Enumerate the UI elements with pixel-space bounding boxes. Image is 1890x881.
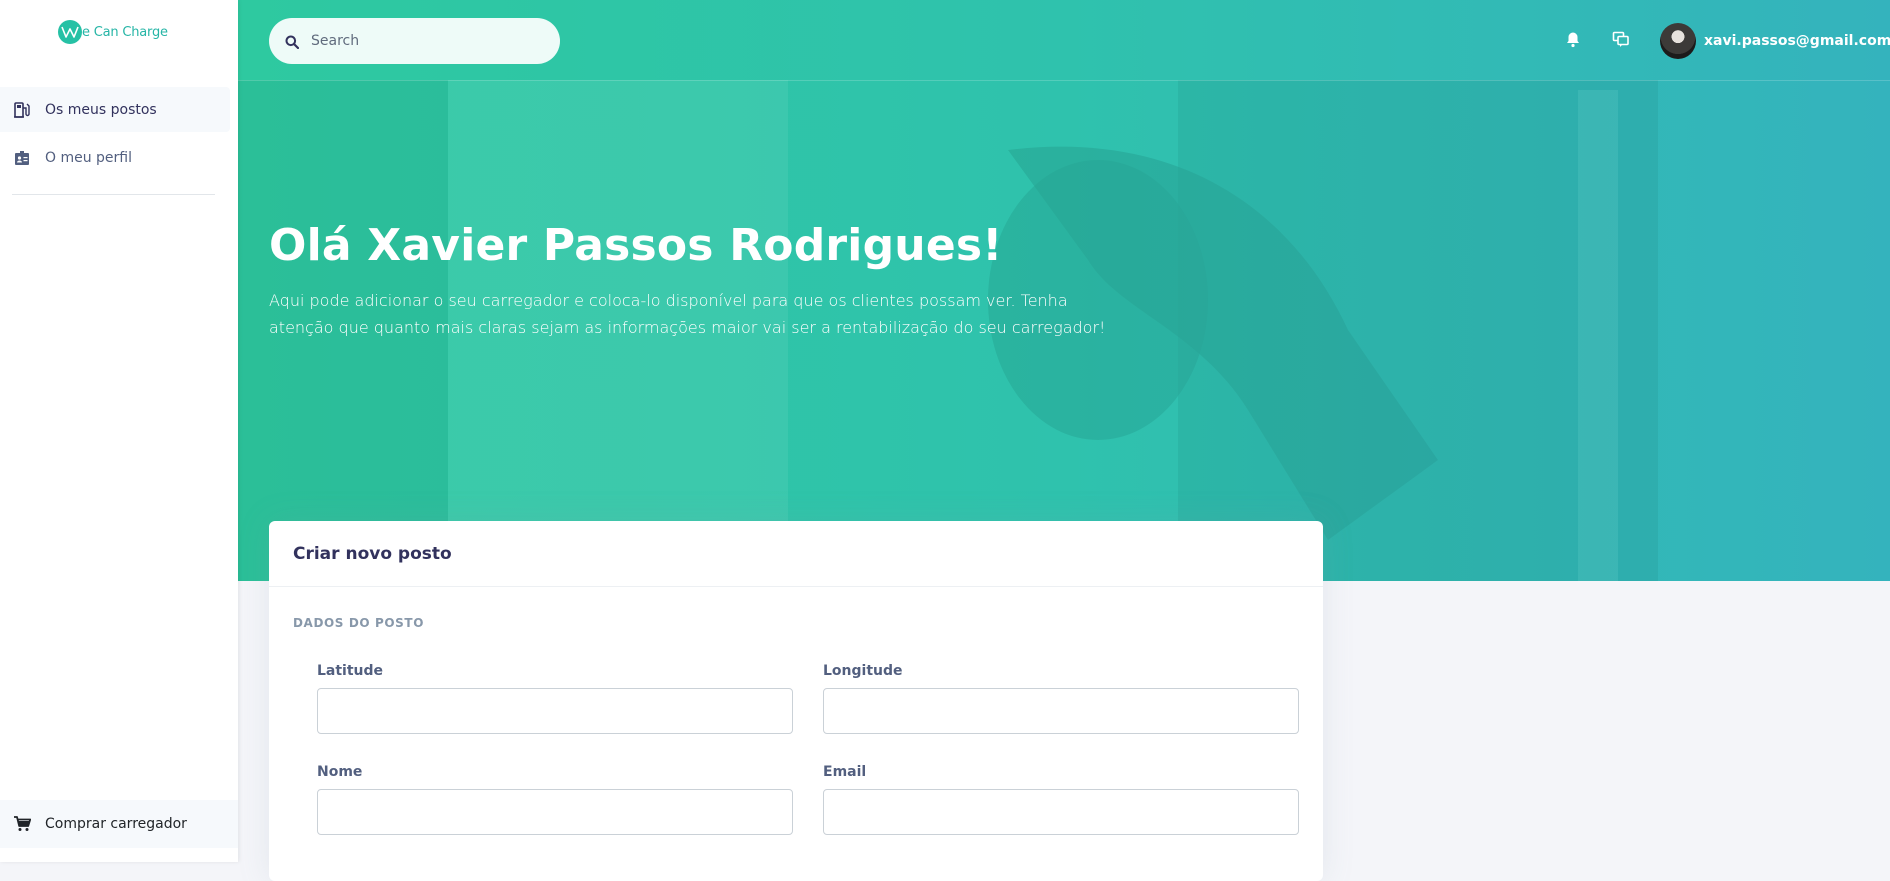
email-field-group: Email xyxy=(823,764,1299,835)
card-title: Criar novo posto xyxy=(293,543,452,564)
section-heading: DADOS DO POSTO xyxy=(293,616,424,630)
longitude-input[interactable] xyxy=(823,688,1299,734)
main-content: xavi.passos@gmail.com Olá Xavier Passos … xyxy=(238,0,1890,881)
email-input[interactable] xyxy=(823,789,1299,835)
page-greeting: Olá Xavier Passos Rodrigues! xyxy=(269,220,1003,271)
email-label: Email xyxy=(823,764,867,780)
id-card-icon xyxy=(13,149,31,167)
avatar xyxy=(1660,23,1696,59)
cart-icon xyxy=(13,815,31,833)
logo-text: e Can Charge xyxy=(82,24,168,40)
longitude-field-group: Longitude xyxy=(823,663,1299,734)
latitude-input[interactable] xyxy=(317,688,793,734)
sidebar: e Can Charge Os meus postos O meu perfil… xyxy=(0,0,238,862)
hero-banner: xavi.passos@gmail.com Olá Xavier Passos … xyxy=(238,0,1890,581)
sidebar-item-o-meu-perfil[interactable]: O meu perfil xyxy=(0,135,230,180)
name-field-group: Nome xyxy=(317,764,793,835)
sidebar-item-comprar-carregador[interactable]: Comprar carregador xyxy=(0,800,238,848)
search-icon xyxy=(285,34,300,50)
sidebar-item-os-meus-postos[interactable]: Os meus postos xyxy=(0,87,230,132)
name-label: Nome xyxy=(317,764,363,780)
card-header: Criar novo posto xyxy=(269,521,1323,587)
topbar: xavi.passos@gmail.com xyxy=(238,0,1890,81)
user-email: xavi.passos@gmail.com xyxy=(1704,33,1890,49)
sidebar-nav: Os meus postos O meu perfil xyxy=(0,87,230,183)
latitude-label: Latitude xyxy=(317,663,384,679)
sidebar-item-label: O meu perfil xyxy=(45,149,133,166)
logo-mark-icon xyxy=(58,20,82,44)
charging-station-icon xyxy=(13,101,31,119)
longitude-label: Longitude xyxy=(823,663,903,679)
create-station-card: Criar novo posto DADOS DO POSTO Latitude… xyxy=(269,521,1323,881)
search-bar[interactable] xyxy=(269,18,560,64)
sidebar-item-label: Os meus postos xyxy=(45,101,157,118)
search-input[interactable] xyxy=(311,33,531,49)
page-intro: Aqui pode adicionar o seu carregador e c… xyxy=(269,291,1106,337)
sidebar-divider xyxy=(12,194,215,195)
name-input[interactable] xyxy=(317,789,793,835)
chat-icon[interactable] xyxy=(1612,31,1630,49)
latitude-field-group: Latitude xyxy=(317,663,793,734)
user-menu[interactable]: xavi.passos@gmail.com xyxy=(1660,23,1890,59)
sidebar-item-label: Comprar carregador xyxy=(45,816,187,832)
brand-logo[interactable]: e Can Charge xyxy=(58,20,168,44)
notification-bell-icon[interactable] xyxy=(1565,31,1583,49)
